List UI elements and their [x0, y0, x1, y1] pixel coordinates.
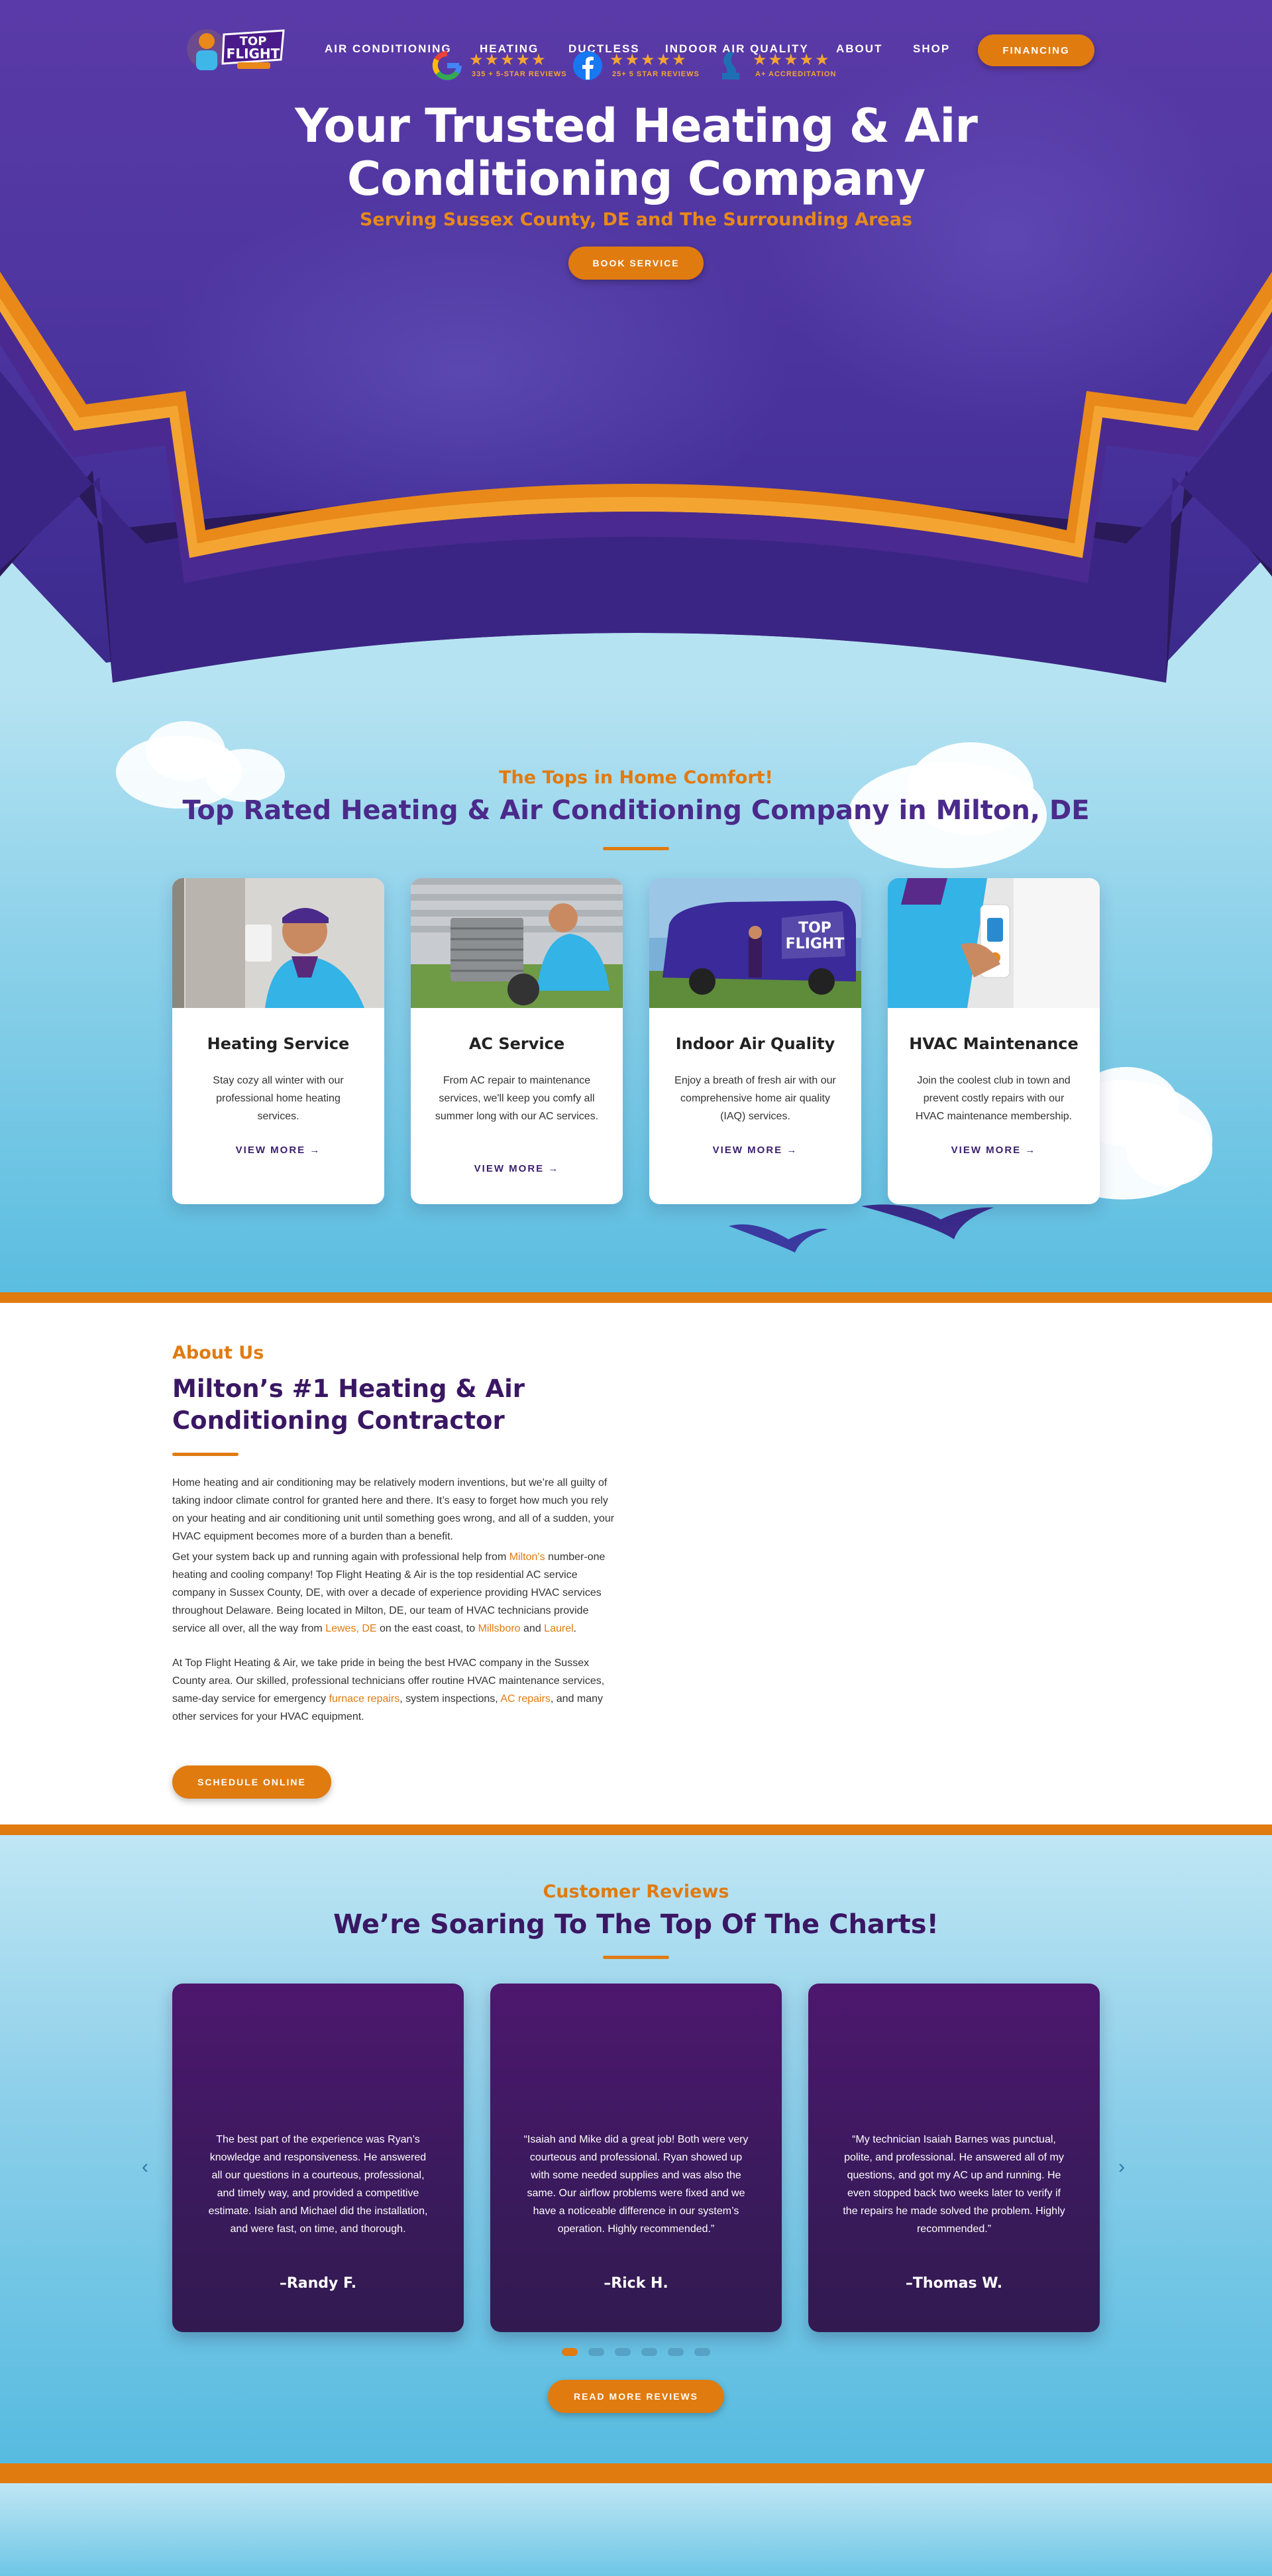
about-p2-text: Get your system back up and running agai…	[172, 1551, 509, 1563]
service-card-title: Indoor Air Quality	[675, 1035, 835, 1053]
logo-text-bottom: FLIGHT	[227, 46, 280, 62]
service-card-text: Stay cozy all winter with our profession…	[213, 1075, 344, 1122]
hero-title-line2: Conditioning Company	[346, 152, 926, 206]
view-more-link[interactable]: VIEW MORE →	[172, 1145, 384, 1156]
badge-facebook-stars: ★★★★★	[610, 51, 688, 69]
carousel-next-arrow[interactable]: ›	[1118, 2156, 1125, 2178]
about-p2-text: on the east coast, to	[376, 1623, 478, 1634]
review-card: The best part of the experience was Ryan…	[172, 1984, 464, 2332]
link-ac-repairs[interactable]: AC repairs	[500, 1693, 551, 1705]
hero-title: Your Trusted Heating & Air Conditioning …	[0, 99, 1272, 205]
carousel-dot[interactable]	[668, 2348, 684, 2356]
review-card: “Isaiah and Mike did a great job! Both w…	[490, 1984, 782, 2332]
view-more-link[interactable]: VIEW MORE →	[649, 1145, 861, 1156]
link-milton[interactable]: Milton’s	[509, 1551, 545, 1563]
badge-facebook-label: 25+ 5 STAR REVIEWS	[612, 70, 700, 78]
about-title: Milton’s #1 Heating & Air Conditioning C…	[172, 1374, 525, 1435]
services-kicker: The Tops in Home Comfort!	[499, 767, 773, 788]
hero-section: TOP FLIGHT AIR CONDITIONING HEATING DUCT…	[0, 0, 1272, 683]
reviews-section: Customer Reviews We’re Soaring To The To…	[0, 1835, 1272, 2463]
carousel-dot[interactable]	[615, 2348, 631, 2356]
hvac-maintenance-photo	[888, 878, 1100, 1008]
review-author: –Thomas W.	[905, 2275, 1003, 2292]
carousel-dot[interactable]	[641, 2348, 657, 2356]
link-millsboro[interactable]: Millsboro	[478, 1623, 521, 1634]
about-p2-text: and	[520, 1623, 545, 1634]
review-badges: ★★★★★ 335 + 5-STAR REVIEWS ★★★★★ 25+ 5 S…	[432, 49, 856, 86]
schedule-online-button[interactable]: SCHEDULE ONLINE	[172, 1765, 331, 1799]
service-card-hvac-maintenance[interactable]: HVAC Maintenance Join the coolest club i…	[888, 878, 1100, 1204]
services-title: Top Rated Heating & Air Conditioning Com…	[182, 795, 1090, 826]
about-p2-text: .	[573, 1623, 577, 1634]
google-icon	[432, 51, 462, 80]
svg-text:FLIGHT: FLIGHT	[786, 936, 845, 952]
nav-link-shop[interactable]: SHOP	[913, 42, 950, 56]
service-card-indoor-air[interactable]: TOP FLIGHT Indoor Air Quality Enjoy a br…	[649, 878, 861, 1204]
heating-service-photo	[172, 878, 384, 1008]
review-text: “My technician Isaiah Barnes was punctua…	[843, 2134, 1065, 2235]
book-service-button[interactable]: BOOK SERVICE	[568, 247, 704, 280]
footer-sky	[0, 2483, 1272, 2576]
orange-band-top	[0, 1292, 1272, 1303]
about-paragraph-1: Home heating and air conditioning may be…	[172, 1477, 615, 1542]
view-more-link[interactable]: VIEW MORE →	[888, 1145, 1100, 1156]
badge-google-stars: ★★★★★	[469, 51, 547, 69]
review-text: “Isaiah and Mike did a great job! Both w…	[523, 2134, 749, 2235]
link-laurel[interactable]: Laurel	[544, 1623, 573, 1634]
service-card-title: HVAC Maintenance	[909, 1035, 1079, 1053]
about-divider	[172, 1453, 238, 1456]
service-card-title: AC Service	[468, 1035, 565, 1053]
hero-title-line1: Your Trusted Heating & Air	[295, 99, 978, 153]
read-more-reviews-button[interactable]: READ MORE REVIEWS	[548, 2380, 724, 2413]
service-card-ac[interactable]: AC Service From AC repair to maintenance…	[411, 878, 623, 1204]
hero-subtitle: Serving Sussex County, DE and The Surrou…	[359, 209, 913, 230]
review-author: –Rick H.	[604, 2275, 668, 2292]
ac-service-photo	[411, 878, 623, 1008]
services-section: The Tops in Home Comfort! Top Rated Heat…	[0, 683, 1272, 1292]
seagull-icon	[729, 1204, 994, 1253]
svg-text:TOP: TOP	[798, 920, 831, 936]
service-card-text: From AC repair to maintenance services, …	[435, 1075, 599, 1122]
review-text: The best part of the experience was Ryan…	[208, 2134, 428, 2235]
financing-button[interactable]: FINANCING	[978, 34, 1094, 66]
carousel-prev-arrow[interactable]: ‹	[142, 2156, 148, 2178]
about-paragraph-2: Get your system back up and running agai…	[172, 1548, 617, 1638]
review-author: –Randy F.	[279, 2275, 357, 2292]
about-paragraph-3: At Top Flight Heating & Air, we take pri…	[172, 1654, 617, 1726]
badge-bbb-stars: ★★★★★	[753, 51, 831, 69]
carousel-dot[interactable]	[588, 2348, 604, 2356]
service-card-text: Join the coolest club in town and preven…	[915, 1075, 1073, 1122]
about-p3-text: , system inspections,	[399, 1693, 501, 1705]
service-card-heating[interactable]: Heating Service Stay cozy all winter wit…	[172, 878, 384, 1204]
top-flight-logo[interactable]: TOP FLIGHT	[184, 16, 290, 81]
carousel-dot[interactable]	[694, 2348, 710, 2356]
services-divider	[603, 847, 669, 850]
orange-band-bottom	[0, 2463, 1272, 2483]
orange-band-middle	[0, 1824, 1272, 1835]
badge-google-label: 335 + 5-STAR REVIEWS	[472, 70, 567, 78]
service-card-text: Enjoy a breath of fresh air with our com…	[674, 1075, 836, 1122]
view-more-link[interactable]: VIEW MORE →	[411, 1163, 623, 1174]
link-furnace-repairs[interactable]: furnace repairs	[329, 1693, 400, 1705]
link-lewes[interactable]: Lewes, DE	[325, 1623, 376, 1634]
reviews-divider	[603, 1956, 669, 1959]
service-card-title: Heating Service	[207, 1035, 350, 1053]
indoor-air-quality-photo: TOP FLIGHT	[649, 878, 861, 1008]
badge-bbb-label: A+ ACCREDITATION	[755, 70, 837, 78]
bbb-icon	[722, 52, 739, 80]
facebook-icon	[573, 51, 602, 80]
carousel-dot[interactable]	[562, 2348, 578, 2356]
about-section: About Us Milton’s #1 Heating & Air Condi…	[0, 1303, 1272, 1824]
about-kicker: About Us	[172, 1343, 264, 1363]
reviews-kicker: Customer Reviews	[543, 1881, 729, 1902]
reviews-title: We’re Soaring To The Top Of The Charts!	[333, 1909, 939, 1940]
about-p2-text: number-one heating and cooling company! …	[172, 1551, 606, 1634]
review-card: “My technician Isaiah Barnes was punctua…	[808, 1984, 1100, 2332]
